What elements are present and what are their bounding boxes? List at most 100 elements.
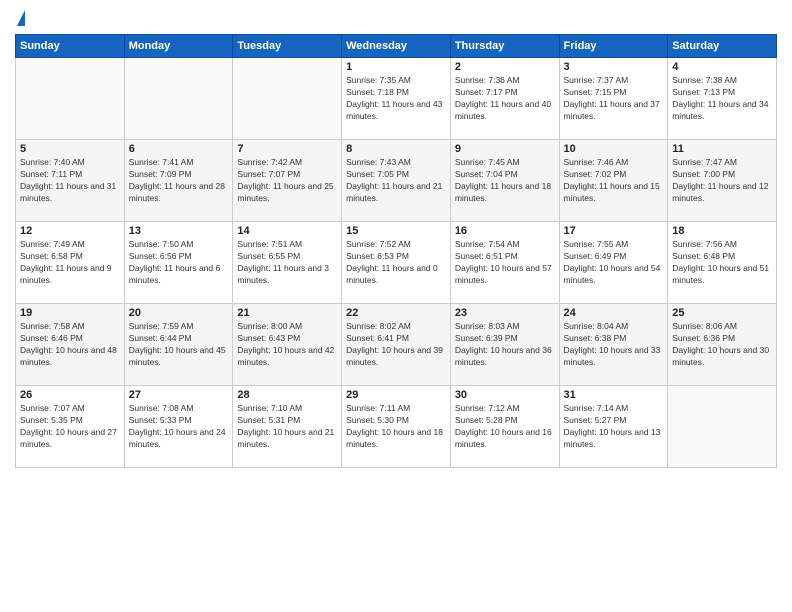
day-cell [233, 58, 342, 140]
day-cell: 18 Sunrise: 7:56 AMSunset: 6:48 PMDayligh… [668, 222, 777, 304]
day-info: Sunrise: 7:59 AMSunset: 6:44 PMDaylight:… [129, 321, 229, 369]
day-info: Sunrise: 7:46 AMSunset: 7:02 PMDaylight:… [564, 157, 664, 205]
day-cell: 14 Sunrise: 7:51 AMSunset: 6:55 PMDayligh… [233, 222, 342, 304]
day-number: 11 [672, 143, 772, 155]
day-info: Sunrise: 7:45 AMSunset: 7:04 PMDaylight:… [455, 157, 555, 205]
day-info: Sunrise: 7:54 AMSunset: 6:51 PMDaylight:… [455, 239, 555, 287]
day-info: Sunrise: 7:55 AMSunset: 6:49 PMDaylight:… [564, 239, 664, 287]
day-info: Sunrise: 7:11 AMSunset: 5:30 PMDaylight:… [346, 403, 446, 451]
day-cell: 24 Sunrise: 8:04 AMSunset: 6:38 PMDayligh… [559, 304, 668, 386]
day-cell: 21 Sunrise: 8:00 AMSunset: 6:43 PMDayligh… [233, 304, 342, 386]
day-info: Sunrise: 7:08 AMSunset: 5:33 PMDaylight:… [129, 403, 229, 451]
day-header-monday: Monday [124, 35, 233, 58]
day-cell: 1 Sunrise: 7:35 AMSunset: 7:18 PMDaylight… [342, 58, 451, 140]
day-cell [16, 58, 125, 140]
day-number: 21 [237, 307, 337, 319]
day-info: Sunrise: 7:10 AMSunset: 5:31 PMDaylight:… [237, 403, 337, 451]
day-info: Sunrise: 7:35 AMSunset: 7:18 PMDaylight:… [346, 75, 446, 123]
day-cell: 7Sunrise: 7:42 AMSunset: 7:07 PMDaylight… [233, 140, 342, 222]
day-info: Sunrise: 7:49 AMSunset: 6:58 PMDaylight:… [20, 239, 120, 287]
week-row-2: 5 Sunrise: 7:40 AMSunset: 7:11 PMDaylight… [16, 140, 777, 222]
day-number: 14 [237, 225, 337, 237]
logo [15, 10, 25, 26]
day-cell: 19 Sunrise: 7:58 AMSunset: 6:46 PMDayligh… [16, 304, 125, 386]
day-number: 5 [20, 143, 120, 155]
day-number: 2 [455, 61, 555, 73]
day-info: Sunrise: 7:38 AMSunset: 7:13 PMDaylight:… [672, 75, 772, 123]
day-cell: 26Sunrise: 7:07 AMSunset: 5:35 PMDayligh… [16, 386, 125, 468]
week-row-4: 19 Sunrise: 7:58 AMSunset: 6:46 PMDayligh… [16, 304, 777, 386]
day-number: 17 [564, 225, 664, 237]
day-cell: 11 Sunrise: 7:47 AMSunset: 7:00 PMDayligh… [668, 140, 777, 222]
day-cell: 9 Sunrise: 7:45 AMSunset: 7:04 PMDaylight… [450, 140, 559, 222]
day-cell: 31Sunrise: 7:14 AMSunset: 5:27 PMDayligh… [559, 386, 668, 468]
day-info: Sunrise: 7:47 AMSunset: 7:00 PMDaylight:… [672, 157, 772, 205]
day-header-tuesday: Tuesday [233, 35, 342, 58]
day-number: 19 [20, 307, 120, 319]
day-number: 24 [564, 307, 664, 319]
day-info: Sunrise: 7:43 AMSunset: 7:05 PMDaylight:… [346, 157, 446, 205]
day-cell: 28Sunrise: 7:10 AMSunset: 5:31 PMDayligh… [233, 386, 342, 468]
day-info: Sunrise: 8:04 AMSunset: 6:38 PMDaylight:… [564, 321, 664, 369]
day-cell: 16Sunrise: 7:54 AMSunset: 6:51 PMDayligh… [450, 222, 559, 304]
header [15, 10, 777, 26]
day-info: Sunrise: 7:37 AMSunset: 7:15 PMDaylight:… [564, 75, 664, 123]
day-info: Sunrise: 8:02 AMSunset: 6:41 PMDaylight:… [346, 321, 446, 369]
day-cell: 8 Sunrise: 7:43 AMSunset: 7:05 PMDaylight… [342, 140, 451, 222]
day-cell: 27 Sunrise: 7:08 AMSunset: 5:33 PMDayligh… [124, 386, 233, 468]
day-cell [668, 386, 777, 468]
day-number: 6 [129, 143, 229, 155]
day-number: 1 [346, 61, 446, 73]
day-cell: 10 Sunrise: 7:46 AMSunset: 7:02 PMDayligh… [559, 140, 668, 222]
day-number: 15 [346, 225, 446, 237]
page: SundayMondayTuesdayWednesdayThursdayFrid… [0, 0, 792, 478]
day-cell: 25Sunrise: 8:06 AMSunset: 6:36 PMDayligh… [668, 304, 777, 386]
day-info: Sunrise: 7:50 AMSunset: 6:56 PMDaylight:… [129, 239, 229, 287]
day-info: Sunrise: 7:52 AMSunset: 6:53 PMDaylight:… [346, 239, 446, 287]
day-number: 26 [20, 389, 120, 401]
day-cell [124, 58, 233, 140]
day-cell: 15 Sunrise: 7:52 AMSunset: 6:53 PMDayligh… [342, 222, 451, 304]
day-number: 7 [237, 143, 337, 155]
day-cell: 13 Sunrise: 7:50 AMSunset: 6:56 PMDayligh… [124, 222, 233, 304]
day-number: 20 [129, 307, 229, 319]
logo-icon [17, 10, 25, 26]
day-info: Sunrise: 8:06 AMSunset: 6:36 PMDaylight:… [672, 321, 772, 369]
header-row: SundayMondayTuesdayWednesdayThursdayFrid… [16, 35, 777, 58]
day-number: 22 [346, 307, 446, 319]
day-number: 3 [564, 61, 664, 73]
day-cell: 4 Sunrise: 7:38 AMSunset: 7:13 PMDaylight… [668, 58, 777, 140]
day-number: 10 [564, 143, 664, 155]
week-row-1: 1 Sunrise: 7:35 AMSunset: 7:18 PMDaylight… [16, 58, 777, 140]
logo-text [15, 10, 25, 26]
day-info: Sunrise: 7:41 AMSunset: 7:09 PMDaylight:… [129, 157, 229, 205]
day-cell: 2Sunrise: 7:36 AMSunset: 7:17 PMDaylight… [450, 58, 559, 140]
day-number: 8 [346, 143, 446, 155]
day-info: Sunrise: 8:00 AMSunset: 6:43 PMDaylight:… [237, 321, 337, 369]
day-number: 12 [20, 225, 120, 237]
day-number: 18 [672, 225, 772, 237]
day-header-sunday: Sunday [16, 35, 125, 58]
day-cell: 22 Sunrise: 8:02 AMSunset: 6:41 PMDayligh… [342, 304, 451, 386]
day-header-saturday: Saturday [668, 35, 777, 58]
day-info: Sunrise: 7:56 AMSunset: 6:48 PMDaylight:… [672, 239, 772, 287]
day-number: 4 [672, 61, 772, 73]
day-number: 29 [346, 389, 446, 401]
day-header-wednesday: Wednesday [342, 35, 451, 58]
day-info: Sunrise: 7:12 AMSunset: 5:28 PMDaylight:… [455, 403, 555, 451]
week-row-3: 12 Sunrise: 7:49 AMSunset: 6:58 PMDayligh… [16, 222, 777, 304]
day-cell: 30Sunrise: 7:12 AMSunset: 5:28 PMDayligh… [450, 386, 559, 468]
day-info: Sunrise: 8:03 AMSunset: 6:39 PMDaylight:… [455, 321, 555, 369]
day-info: Sunrise: 7:14 AMSunset: 5:27 PMDaylight:… [564, 403, 664, 451]
day-cell: 6 Sunrise: 7:41 AMSunset: 7:09 PMDaylight… [124, 140, 233, 222]
day-info: Sunrise: 7:58 AMSunset: 6:46 PMDaylight:… [20, 321, 120, 369]
day-cell: 3 Sunrise: 7:37 AMSunset: 7:15 PMDaylight… [559, 58, 668, 140]
day-cell: 23Sunrise: 8:03 AMSunset: 6:39 PMDayligh… [450, 304, 559, 386]
calendar-table: SundayMondayTuesdayWednesdayThursdayFrid… [15, 34, 777, 468]
day-cell: 17 Sunrise: 7:55 AMSunset: 6:49 PMDayligh… [559, 222, 668, 304]
day-info: Sunrise: 7:51 AMSunset: 6:55 PMDaylight:… [237, 239, 337, 287]
day-info: Sunrise: 7:40 AMSunset: 7:11 PMDaylight:… [20, 157, 120, 205]
day-number: 13 [129, 225, 229, 237]
day-number: 27 [129, 389, 229, 401]
day-number: 9 [455, 143, 555, 155]
